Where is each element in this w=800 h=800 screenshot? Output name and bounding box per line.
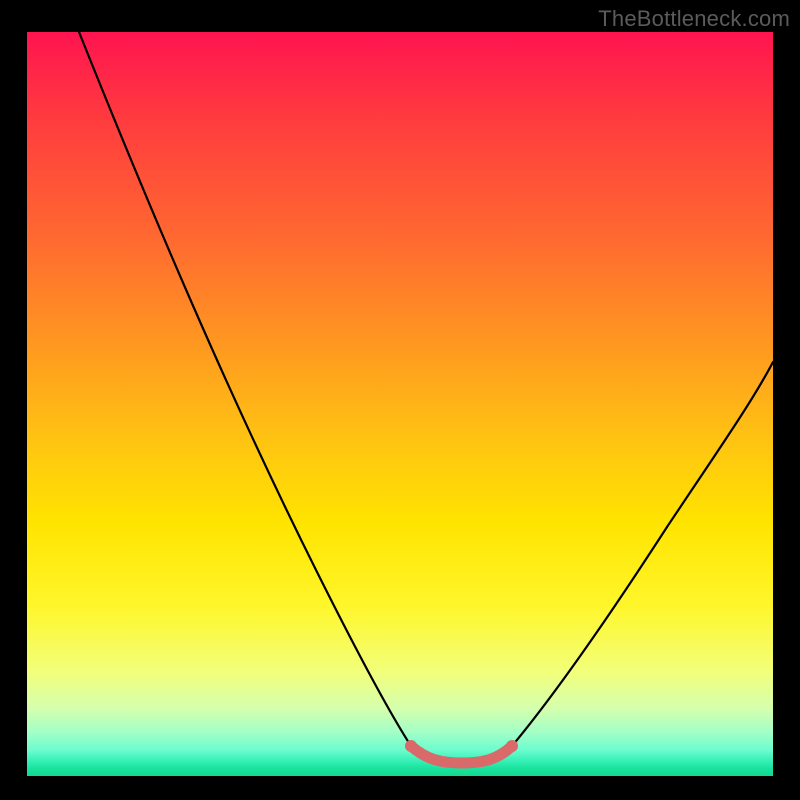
- highlight-right-endcap: [506, 740, 518, 752]
- curve-layer: [27, 32, 773, 776]
- left-descending-curve: [79, 32, 411, 746]
- chart-frame: TheBottleneck.com: [0, 0, 800, 800]
- right-ascending-curve: [512, 362, 773, 746]
- highlight-left-endcap: [405, 740, 417, 752]
- bottom-flat-highlight: [411, 746, 512, 763]
- watermark-text: TheBottleneck.com: [598, 6, 790, 32]
- plot-area: [27, 32, 773, 776]
